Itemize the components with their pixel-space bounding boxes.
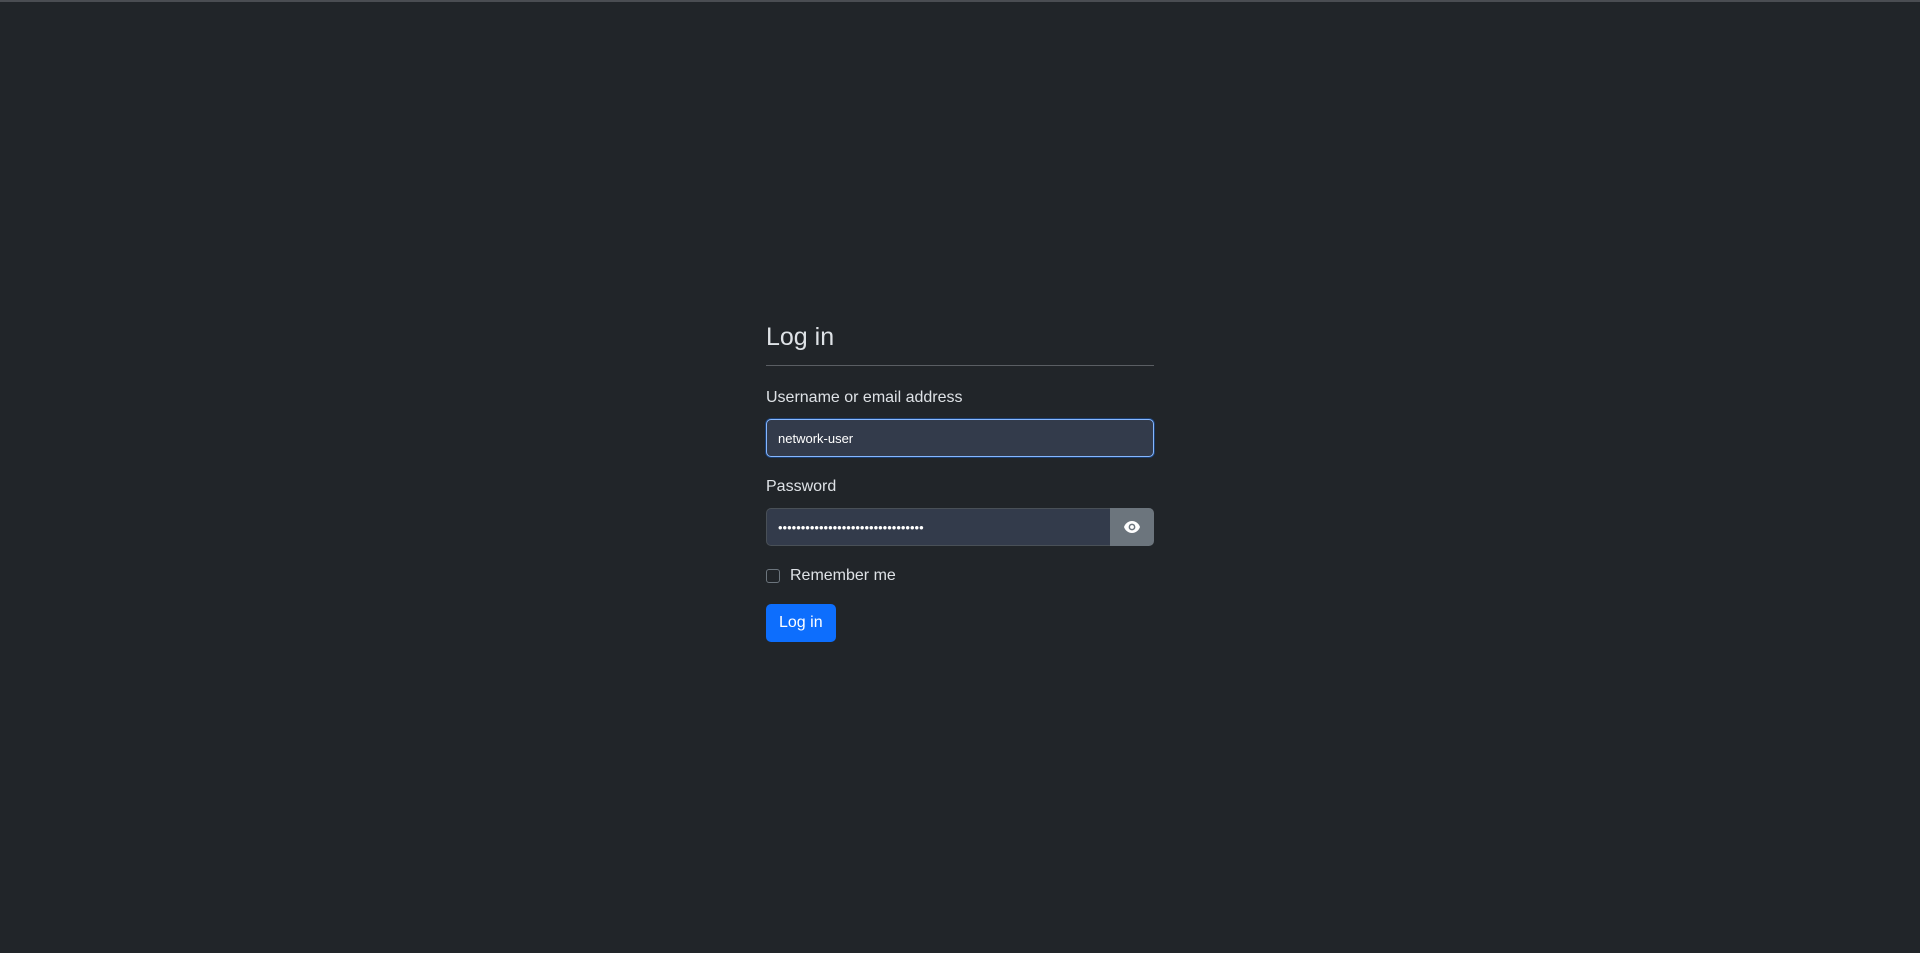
password-label: Password xyxy=(766,478,837,495)
window-top-border xyxy=(0,0,1920,2)
remember-me-label[interactable]: Remember me xyxy=(790,567,896,585)
remember-me-checkbox[interactable] xyxy=(766,569,780,583)
toggle-password-visibility-button[interactable] xyxy=(1110,508,1154,546)
username-input[interactable] xyxy=(766,419,1154,457)
username-label: Username or email address xyxy=(766,389,963,406)
page-title: Log in xyxy=(766,323,835,351)
login-button[interactable]: Log in xyxy=(766,604,836,642)
title-divider xyxy=(766,365,1154,366)
password-input[interactable] xyxy=(766,508,1110,546)
eye-icon xyxy=(1124,521,1140,533)
login-form: Log in Username or email address Passwor… xyxy=(766,318,1154,642)
password-group xyxy=(766,508,1154,546)
remember-me-row: Remember me xyxy=(766,564,1154,588)
